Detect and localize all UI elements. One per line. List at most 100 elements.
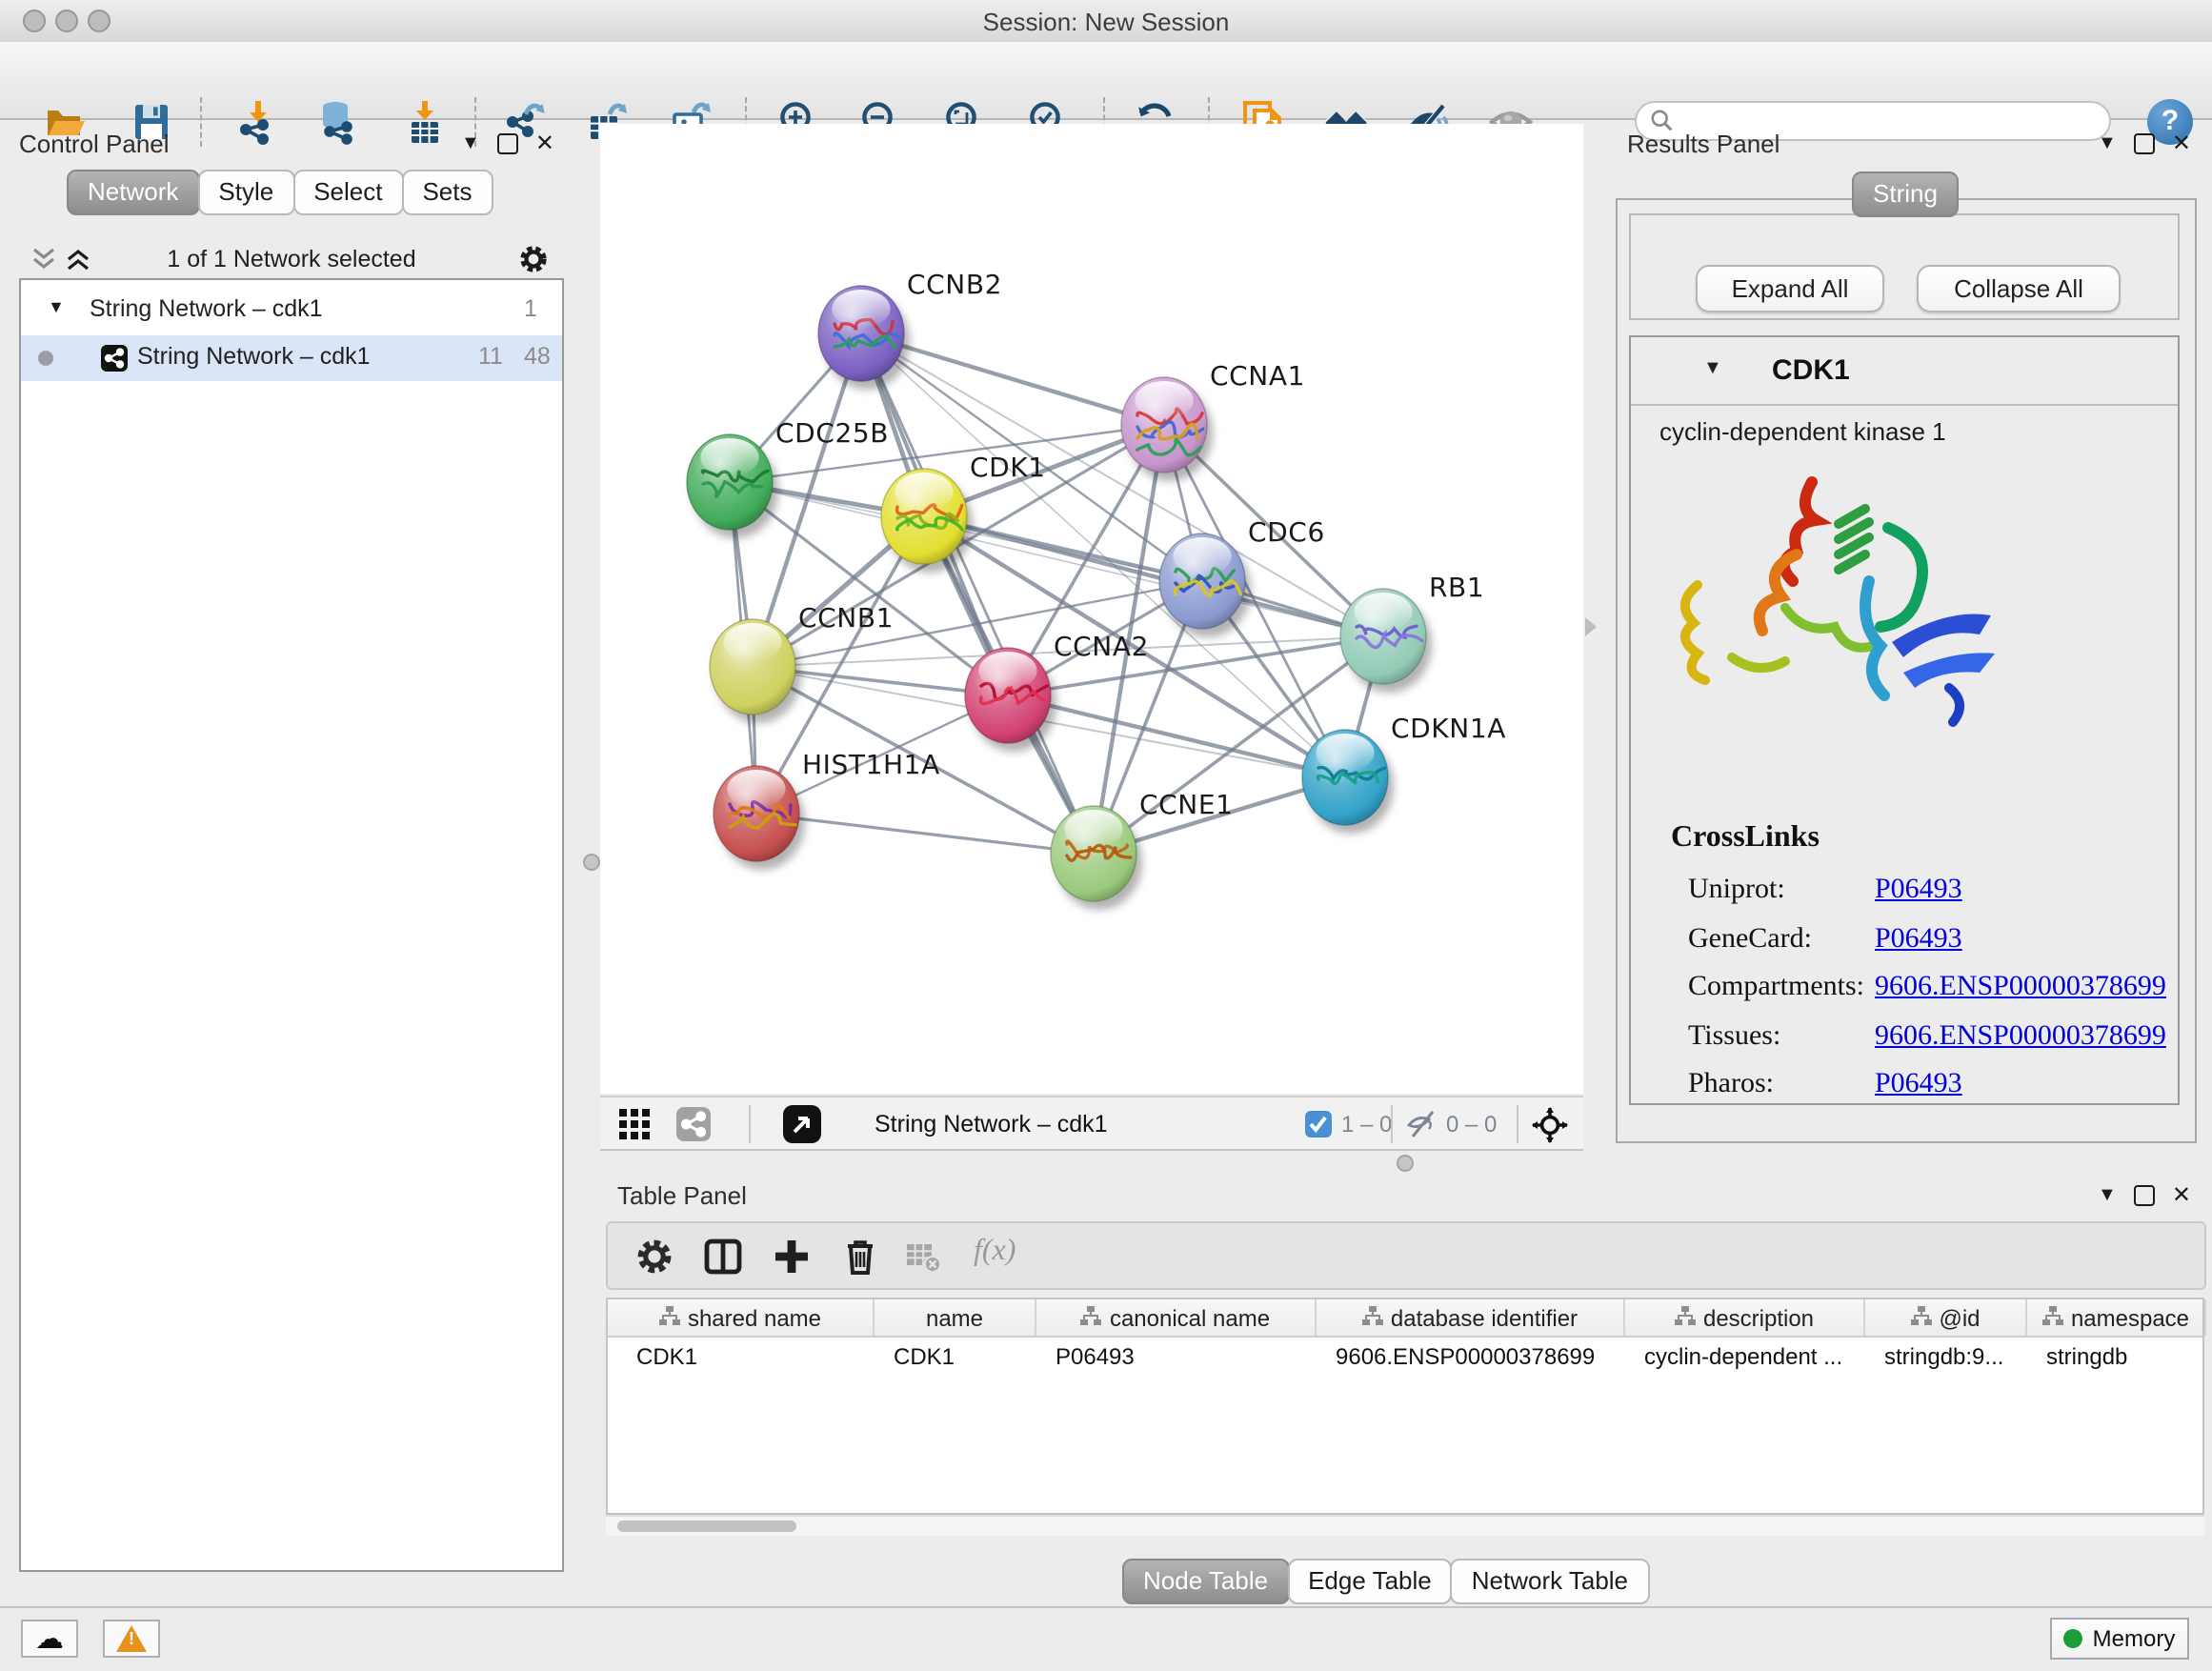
network-node-CCNE1[interactable]: CCNE1	[1051, 789, 1234, 910]
left-splitter-handle[interactable]	[583, 854, 600, 871]
table-cell[interactable]: stringdb	[2027, 1338, 2206, 1376]
results-buttons-box: Expand All Collapse All	[1629, 213, 2180, 320]
import-network-icon[interactable]	[234, 99, 280, 145]
open-in-window-icon[interactable]	[783, 1105, 821, 1143]
network-selection-status: 1 of 1 Network selected	[19, 246, 564, 272]
string-view-icon[interactable]	[676, 1107, 711, 1141]
tab-network[interactable]: Network	[67, 170, 199, 215]
table-settings-gear-icon[interactable]	[634, 1237, 674, 1282]
import-database-icon[interactable]	[314, 99, 360, 145]
selected-count-badge: 1 – 0	[1341, 1111, 1392, 1137]
gene-name: CDK1	[1772, 354, 1850, 387]
collection-expanded-caret-icon[interactable]: ▼	[48, 297, 65, 316]
network-canvas[interactable]: CCNB2CCNA1CDC25BCDK1CDC6RB1CCNB1CCNA2CDK…	[600, 124, 1583, 1094]
tab-sets[interactable]: Sets	[401, 170, 493, 215]
cloud-status-button[interactable]: ☁	[21, 1620, 78, 1658]
panel-collapse-icon[interactable]: ▼	[2098, 132, 2117, 153]
column-header-name[interactable]: name	[875, 1299, 1036, 1336]
table-row[interactable]: CDK1CDK1P064939606.ENSP00000378699cyclin…	[608, 1338, 2202, 1376]
table-cell[interactable]: CDK1	[608, 1338, 875, 1376]
cloud-icon: ☁	[35, 1621, 64, 1656]
column-namespace-icon	[659, 1304, 680, 1331]
network-node-CCNA1[interactable]: CCNA1	[1121, 360, 1305, 481]
tab-edge-table[interactable]: Edge Table	[1287, 1559, 1453, 1604]
hidden-eye-icon[interactable]	[1406, 1109, 1438, 1145]
node-label: CCNA1	[1210, 360, 1305, 392]
network-edge-count: 48	[524, 343, 551, 370]
crosslink-link[interactable]: P06493	[1875, 1069, 1962, 1101]
warning-exclamation: !	[129, 1629, 134, 1648]
memory-label: Memory	[2093, 1625, 2176, 1652]
column-label: namespace	[2071, 1304, 2189, 1331]
table-cell[interactable]: 9606.ENSP00000378699	[1317, 1338, 1625, 1376]
network-node-RB1[interactable]: RB1	[1340, 572, 1484, 693]
expand-all-button[interactable]: Expand All	[1696, 265, 1884, 312]
network-node-CDC6[interactable]: CDC6	[1159, 516, 1325, 637]
tab-select[interactable]: Select	[292, 170, 403, 215]
table-panel-title: Table Panel	[617, 1181, 747, 1210]
import-table-icon[interactable]	[402, 99, 448, 145]
tab-style[interactable]: Style	[197, 170, 294, 215]
tab-node-table[interactable]: Node Table	[1122, 1559, 1289, 1604]
selected-checkbox-icon[interactable]	[1305, 1111, 1332, 1137]
network-node-CCNB2[interactable]: CCNB2	[818, 269, 1002, 390]
birds-eye-view-icon[interactable]	[1532, 1107, 1568, 1149]
column-header-description[interactable]: description	[1625, 1299, 1865, 1336]
column-header-database-identifier[interactable]: database identifier	[1317, 1299, 1625, 1336]
network-edge[interactable]	[756, 814, 1094, 854]
node-table[interactable]: shared namenamecanonical namedatabase id…	[606, 1298, 2204, 1515]
panel-float-icon[interactable]	[497, 132, 518, 153]
collection-count: 1	[524, 295, 537, 322]
table-toolbar: f(x)	[606, 1221, 2206, 1290]
network-node-CCNB1[interactable]: CCNB1	[710, 602, 894, 723]
memory-status-dot-icon	[2064, 1629, 2083, 1648]
scrollbar-thumb[interactable]	[617, 1520, 796, 1532]
tab-network-table[interactable]: Network Table	[1451, 1559, 1649, 1604]
node-label: CDC6	[1248, 516, 1325, 548]
network-options-gear-icon[interactable]	[518, 244, 549, 274]
crosslink-link[interactable]: 9606.ENSP00000378699	[1875, 972, 2166, 1004]
right-splitter-handle[interactable]	[1585, 617, 1597, 636]
panel-collapse-icon[interactable]: ▼	[461, 132, 480, 153]
table-horizontal-scrollbar[interactable]	[606, 1515, 2204, 1536]
panel-collapse-icon[interactable]: ▼	[2098, 1184, 2117, 1205]
table-cell[interactable]: stringdb:9...	[1865, 1338, 2027, 1376]
show-columns-icon[interactable]	[703, 1237, 743, 1282]
bottom-splitter-handle[interactable]	[1397, 1155, 1414, 1172]
network-node-HIST1H1A[interactable]: HIST1H1A	[714, 749, 940, 870]
table-cell[interactable]: P06493	[1036, 1338, 1317, 1376]
column-header-canonical-name[interactable]: canonical name	[1036, 1299, 1317, 1336]
network-collection-row[interactable]: ▼ String Network – cdk1 1	[21, 290, 562, 335]
string-network-graph[interactable]: CCNB2CCNA1CDC25BCDK1CDC6RB1CCNB1CCNA2CDK…	[600, 124, 1583, 1094]
memory-button[interactable]: Memory	[2050, 1618, 2189, 1660]
create-column-plus-icon[interactable]	[772, 1237, 812, 1282]
tab-string[interactable]: String	[1852, 171, 1959, 217]
hidden-count-badge: 0 – 0	[1446, 1111, 1497, 1137]
table-cell[interactable]: CDK1	[875, 1338, 1036, 1376]
network-row[interactable]: String Network – cdk1 11 48	[21, 335, 562, 381]
network-node-CDC25B[interactable]: CDC25B	[687, 417, 889, 538]
grid-view-icon[interactable]	[619, 1109, 652, 1147]
column-header-@id[interactable]: @id	[1865, 1299, 2027, 1336]
network-tree: ▼ String Network – cdk1 1 String Network…	[19, 278, 564, 1572]
node-gloss-highlight	[723, 623, 781, 661]
toolbar-separator	[200, 97, 202, 147]
section-expanded-caret-icon[interactable]: ▼	[1703, 358, 1722, 379]
column-header-namespace[interactable]: namespace	[2027, 1299, 2206, 1336]
panel-float-icon[interactable]	[2134, 132, 2155, 153]
delete-column-trash-icon[interactable]	[840, 1237, 880, 1282]
table-cell[interactable]: cyclin-dependent ...	[1625, 1338, 1865, 1376]
crosslink-link[interactable]: P06493	[1875, 875, 1962, 907]
network-node-CDKN1A[interactable]: CDKN1A	[1302, 713, 1506, 834]
collapse-all-button[interactable]: Collapse All	[1917, 265, 2121, 312]
panel-close-icon[interactable]: ✕	[535, 130, 554, 156]
panel-close-icon[interactable]: ✕	[2172, 1181, 2191, 1208]
crosslink-link[interactable]: P06493	[1875, 923, 1962, 956]
column-label: @id	[1939, 1304, 1980, 1331]
column-header-shared-name[interactable]: shared name	[608, 1299, 875, 1336]
crosslink-link[interactable]: 9606.ENSP00000378699	[1875, 1020, 2166, 1053]
warnings-button[interactable]: !	[103, 1620, 160, 1658]
panel-close-icon[interactable]: ✕	[2172, 130, 2191, 156]
gene-section-header[interactable]: ▼ CDK1	[1631, 337, 2178, 406]
panel-float-icon[interactable]	[2134, 1184, 2155, 1205]
